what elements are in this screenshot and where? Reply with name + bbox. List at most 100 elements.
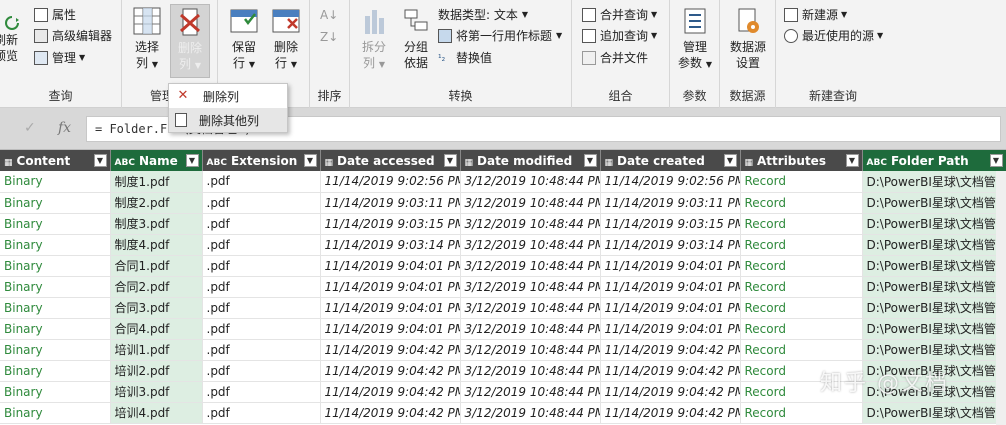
split-column-button[interactable]: 拆分 列 ▼ bbox=[354, 6, 394, 73]
filter-dropdown-icon[interactable]: ▼ bbox=[583, 154, 597, 167]
table-cell: 3/12/2019 10:48:44 PM bbox=[460, 234, 601, 256]
table-cell: 3/12/2019 10:48:44 PM bbox=[460, 339, 601, 361]
table-cell[interactable]: Binary bbox=[0, 402, 111, 424]
combine-files-button[interactable]: 合并文件 bbox=[582, 49, 648, 67]
table-cell[interactable]: Binary bbox=[0, 339, 111, 361]
replace-values-button[interactable]: ¹₂ 替换值 bbox=[438, 49, 492, 67]
properties-button[interactable]: 属性 bbox=[34, 6, 76, 24]
sort-ascending-icon[interactable]: A↓ bbox=[320, 6, 338, 24]
manage-parameters-button[interactable]: 管理 参数 ▼ bbox=[674, 6, 716, 73]
use-first-row-button[interactable]: 将第一行用作标题 ▼ bbox=[438, 27, 562, 45]
type-icon[interactable]: ▦ bbox=[325, 158, 334, 168]
table-cell[interactable]: Binary bbox=[0, 255, 111, 277]
type-icon[interactable]: ▦ bbox=[605, 158, 614, 168]
table-cell[interactable]: Record bbox=[740, 297, 863, 319]
table-row[interactable]: Binary 培训1.pdf .pdf 11/14/2019 9:04:42 PM 3/… bbox=[0, 339, 1006, 361]
column-header-content[interactable]: ▦ Content ▼ bbox=[0, 150, 111, 171]
sort-descending-icon[interactable]: Z↓ bbox=[320, 28, 338, 46]
table-row[interactable]: Binary 合同2.pdf .pdf 11/14/2019 9:04:01 PM 3/… bbox=[0, 276, 1006, 298]
filter-dropdown-icon[interactable]: ▼ bbox=[989, 154, 1003, 167]
filter-dropdown-icon[interactable]: ▼ bbox=[845, 154, 859, 167]
group-transform: 拆分 列 ▼ 分组 依据 数据类型: 文本 ▼ 将第一行用作标题 ▼ ¹₂ 替换值 转… bbox=[350, 0, 572, 108]
table-cell[interactable]: Record bbox=[740, 276, 863, 298]
column-header-extension[interactable]: ABC Extension ▼ bbox=[202, 150, 321, 171]
advanced-editor-button[interactable]: 高级编辑器 bbox=[34, 27, 112, 45]
table-row[interactable]: Binary 制度1.pdf .pdf 11/14/2019 9:02:56 PM 3/… bbox=[0, 171, 1006, 193]
table-cell[interactable]: Record bbox=[740, 402, 863, 424]
table-cell[interactable]: Binary bbox=[0, 213, 111, 235]
manage-params-label: 管理 bbox=[682, 40, 707, 54]
table-cell: .pdf bbox=[202, 381, 321, 403]
type-icon[interactable]: ▦ bbox=[745, 158, 754, 168]
column-header-date-modified[interactable]: ▦ Date modified ▼ bbox=[460, 150, 601, 171]
table-cell[interactable]: Record bbox=[740, 339, 863, 361]
delete-rows-button[interactable]: 删除 行 ▼ bbox=[266, 6, 306, 73]
table-cell[interactable]: Binary bbox=[0, 192, 111, 214]
table-row[interactable]: Binary 制度3.pdf .pdf 11/14/2019 9:03:15 PM 3/… bbox=[0, 213, 1006, 235]
table-cell[interactable]: Binary bbox=[0, 318, 111, 340]
type-icon[interactable]: ABC bbox=[207, 158, 227, 168]
filter-dropdown-icon[interactable]: ▼ bbox=[93, 154, 107, 167]
table-cell[interactable]: Binary bbox=[0, 297, 111, 319]
menu-item-remove-columns[interactable]: ✕ 删除列 bbox=[169, 84, 287, 108]
column-header-name[interactable]: ABC Name ▼ bbox=[110, 150, 203, 171]
manage-params-sub-label: 参数 bbox=[678, 56, 703, 70]
table-row[interactable]: Binary 合同4.pdf .pdf 11/14/2019 9:04:01 PM 3/… bbox=[0, 318, 1006, 340]
table-cell: .pdf bbox=[202, 297, 321, 319]
table-cell: 合同1.pdf bbox=[110, 255, 203, 277]
menu-item-remove-other-columns[interactable]: 删除其他列 bbox=[169, 108, 287, 132]
table-cell: 培训1.pdf bbox=[110, 339, 203, 361]
remove-columns-button[interactable]: 删除 列 ▼ bbox=[170, 4, 210, 78]
vertical-scrollbar[interactable] bbox=[996, 171, 1006, 425]
column-header-date-created[interactable]: ▦ Date created ▼ bbox=[600, 150, 741, 171]
table-cell[interactable]: Record bbox=[740, 318, 863, 340]
column-name: Date modified bbox=[477, 153, 573, 168]
type-icon[interactable]: ABC bbox=[115, 158, 135, 168]
type-icon[interactable]: ▦ bbox=[465, 158, 474, 168]
choose-cols-sub: 列 ▼ bbox=[126, 55, 168, 73]
data-type-dropdown[interactable]: 数据类型: 文本 ▼ bbox=[438, 6, 528, 24]
table-cell[interactable]: Record bbox=[740, 255, 863, 277]
type-icon[interactable]: ▦ bbox=[4, 158, 13, 168]
table-cell[interactable]: Record bbox=[740, 171, 863, 193]
append-queries-dropdown[interactable]: 追加查询 ▼ bbox=[582, 27, 657, 45]
type-icon[interactable]: ABC bbox=[867, 158, 887, 168]
fx-icon[interactable]: fx bbox=[58, 120, 71, 136]
table-cell[interactable]: Binary bbox=[0, 234, 111, 256]
manage-dropdown[interactable]: 管理 ▼ bbox=[34, 49, 85, 67]
filter-dropdown-icon[interactable]: ▼ bbox=[303, 154, 317, 167]
column-header-folder-path[interactable]: ABC Folder Path ▼ bbox=[862, 150, 1006, 171]
filter-dropdown-icon[interactable]: ▼ bbox=[723, 154, 737, 167]
table-row[interactable]: Binary 培训4.pdf .pdf 11/14/2019 9:04:42 PM 3/… bbox=[0, 402, 1006, 424]
table-cell[interactable]: Record bbox=[740, 192, 863, 214]
table-cell[interactable]: Binary bbox=[0, 276, 111, 298]
group-label-sort: 排序 bbox=[317, 89, 342, 103]
table-row[interactable]: Binary 制度4.pdf .pdf 11/14/2019 9:03:14 PM 3/… bbox=[0, 234, 1006, 256]
table-cell[interactable]: Binary bbox=[0, 360, 111, 382]
split-label: 拆分 bbox=[361, 40, 386, 54]
table-cell[interactable]: Binary bbox=[0, 171, 111, 193]
merge-queries-dropdown[interactable]: 合并查询 ▼ bbox=[582, 6, 657, 24]
table-row[interactable]: Binary 合同3.pdf .pdf 11/14/2019 9:04:01 PM 3/… bbox=[0, 297, 1006, 319]
recent-sources-dropdown[interactable]: 最近使用的源 ▼ bbox=[784, 27, 883, 45]
column-header-date-accessed[interactable]: ▦ Date accessed ▼ bbox=[320, 150, 461, 171]
new-source-dropdown[interactable]: 新建源 ▼ bbox=[784, 6, 847, 24]
table-cell[interactable]: Record bbox=[740, 213, 863, 235]
group-by-button[interactable]: 分组 依据 bbox=[396, 6, 436, 71]
datasource-settings-button[interactable]: 数据源 设置 bbox=[724, 6, 772, 71]
table-cell: 11/14/2019 9:03:11 PM bbox=[600, 192, 741, 214]
check-icon[interactable]: ✓ bbox=[24, 120, 36, 136]
table-cell: 3/12/2019 10:48:44 PM bbox=[460, 192, 601, 214]
refresh-preview-button[interactable]: 刷新 预览 bbox=[0, 14, 26, 64]
table-row[interactable]: Binary 制度2.pdf .pdf 11/14/2019 9:03:11 PM 3/… bbox=[0, 192, 1006, 214]
table-row[interactable]: Binary 合同1.pdf .pdf 11/14/2019 9:04:01 PM 3/… bbox=[0, 255, 1006, 277]
combine-files-icon bbox=[582, 51, 596, 65]
table-cell[interactable]: Binary bbox=[0, 381, 111, 403]
table-cell[interactable]: Record bbox=[740, 234, 863, 256]
choose-columns-button[interactable]: 选择 列 ▼ bbox=[126, 6, 168, 73]
filter-dropdown-icon[interactable]: ▼ bbox=[185, 154, 199, 167]
column-header-attributes[interactable]: ▦ Attributes ▼ bbox=[740, 150, 863, 171]
filter-dropdown-icon[interactable]: ▼ bbox=[443, 154, 457, 167]
keep-rows-button[interactable]: 保留 行 ▼ bbox=[224, 6, 264, 73]
chevron-down-icon: ▼ bbox=[651, 31, 658, 40]
